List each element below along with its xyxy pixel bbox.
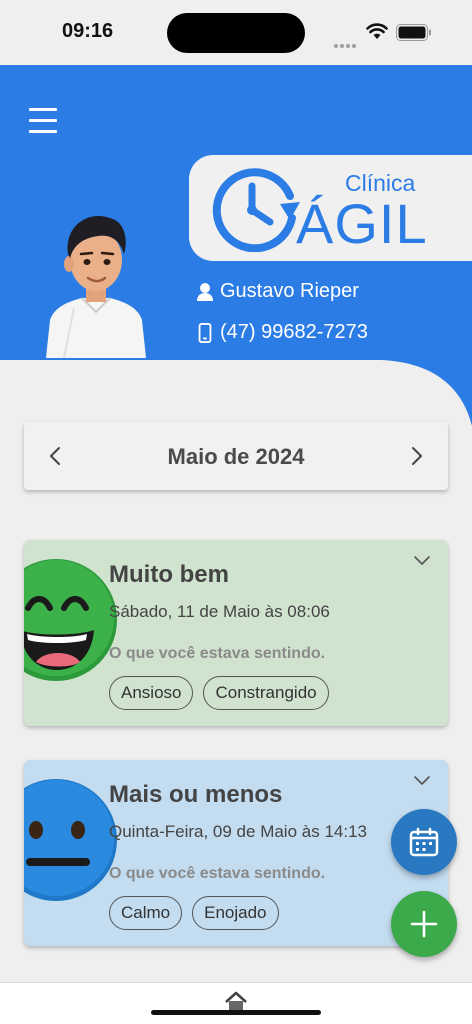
chevron-down-icon[interactable]	[414, 556, 430, 566]
bottom-navigation	[0, 982, 472, 1024]
entry-mood-title: Mais ou menos	[109, 781, 283, 808]
user-name: Gustavo Rieper	[220, 280, 359, 302]
dynamic-island	[167, 13, 305, 53]
feeling-tag[interactable]: Constrangido	[203, 676, 329, 710]
home-indicator	[151, 1010, 321, 1015]
calendar-button[interactable]	[391, 809, 457, 875]
battery-icon	[396, 24, 431, 41]
mobile-phone-icon	[198, 322, 212, 343]
entry-question: O que você estava sentindo.	[109, 645, 326, 662]
cellular-signal-icon	[334, 35, 358, 48]
user-phone-row: (47) 99682-7273	[196, 321, 368, 344]
clock-logo-icon	[212, 168, 300, 252]
feeling-tags: Calmo Enojado	[109, 896, 279, 930]
month-navigator: Maio de 2024	[24, 422, 448, 490]
feeling-tag[interactable]: Ansioso	[109, 676, 194, 710]
status-time: 09:16	[62, 20, 114, 42]
chevron-right-icon[interactable]	[408, 444, 426, 468]
feeling-tag[interactable]: Calmo	[109, 896, 183, 930]
mood-entry-card[interactable]: Mais ou menos Quinta-Feira, 09 de Maio à…	[24, 760, 448, 946]
entry-date: Quinta-Feira, 09 de Maio às 14:13	[109, 822, 367, 841]
feeling-tags: Ansioso Constrangido	[109, 676, 329, 710]
user-phone: (47) 99682-7273	[220, 321, 368, 343]
calendar-icon	[409, 827, 439, 857]
entry-question: O que você estava sentindo.	[109, 865, 326, 882]
entry-mood-title: Muito bem	[109, 561, 229, 588]
plus-icon	[410, 910, 438, 938]
mood-entry-card[interactable]: Muito bem Sábado, 11 de Maio às 08:06 O …	[24, 540, 448, 726]
neutral-face-icon	[24, 779, 117, 901]
person-icon	[197, 282, 213, 301]
logo-text-agil: ÁGIL	[296, 192, 428, 255]
status-bar: 09:16	[0, 0, 472, 66]
add-entry-button[interactable]	[391, 891, 457, 957]
wifi-icon	[366, 23, 388, 39]
laughing-face-icon	[24, 559, 117, 681]
user-avatar	[46, 215, 146, 358]
feeling-tag[interactable]: Enojado	[192, 896, 279, 930]
entry-date: Sábado, 11 de Maio às 08:06	[109, 602, 330, 621]
header-curve	[0, 356, 472, 426]
chevron-down-icon[interactable]	[414, 776, 430, 786]
user-name-row: Gustavo Rieper	[196, 280, 359, 303]
month-title: Maio de 2024	[167, 444, 305, 469]
hamburger-menu-icon[interactable]	[29, 108, 57, 134]
